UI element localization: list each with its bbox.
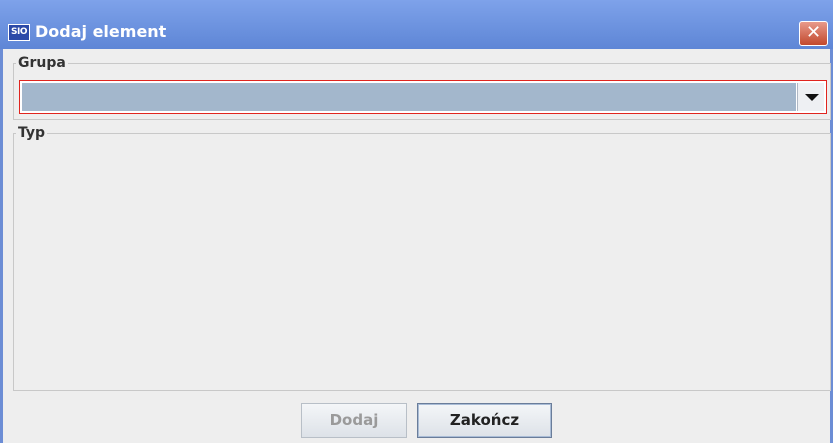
grupa-combobox[interactable] xyxy=(19,80,827,114)
finish-button[interactable]: Zakończ xyxy=(417,403,552,438)
add-button[interactable]: Dodaj xyxy=(301,403,407,438)
typ-group xyxy=(13,133,831,391)
grupa-legend: Grupa xyxy=(16,55,68,71)
grupa-selected-value xyxy=(22,83,796,111)
typ-legend: Typ xyxy=(16,125,48,141)
window-title: Dodaj element xyxy=(35,22,167,41)
title-bar[interactable]: SIO Dodaj element ✕ xyxy=(0,0,833,49)
sio-app-icon: SIO xyxy=(8,24,30,41)
close-button[interactable]: ✕ xyxy=(799,21,828,46)
grupa-dropdown-button[interactable] xyxy=(797,83,824,111)
chevron-down-icon xyxy=(805,94,819,101)
close-icon: ✕ xyxy=(805,22,822,43)
